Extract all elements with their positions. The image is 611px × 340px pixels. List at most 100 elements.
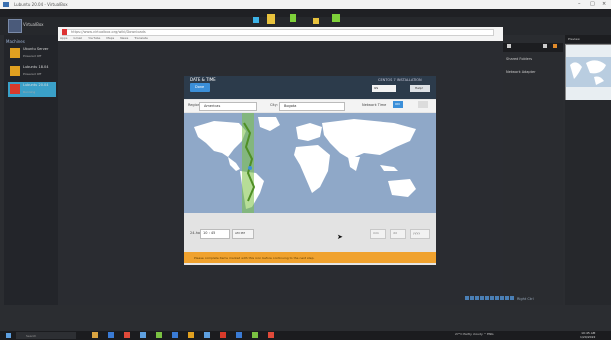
- keyboard-layout-indicator[interactable]: us: [372, 85, 396, 92]
- vm-status-icon[interactable]: [475, 296, 479, 300]
- bookmark-item[interactable]: Translate: [134, 36, 148, 40]
- taskbar-app-icon[interactable]: [140, 332, 146, 338]
- vm-os-icon: [10, 66, 20, 76]
- details-icon[interactable]: [507, 44, 511, 48]
- bookmark-item[interactable]: YouTube: [88, 36, 100, 40]
- done-label: Done: [195, 85, 205, 89]
- vm-status-icon[interactable]: [485, 296, 489, 300]
- vm-status-icon[interactable]: [505, 296, 509, 300]
- gear-icon[interactable]: [418, 101, 428, 108]
- close-button[interactable]: ×: [602, 1, 606, 7]
- city-label: City:: [270, 103, 278, 107]
- taskbar-app-icon[interactable]: [92, 332, 98, 338]
- vm-status-icon[interactable]: [480, 296, 484, 300]
- taskbar-app-icon[interactable]: [236, 332, 242, 338]
- date-day-field[interactable]: dd: [390, 229, 406, 239]
- window-title-bar: Lubuntu 20.04 - VirtualBox – □ ×: [0, 0, 611, 9]
- help-label: Help!: [415, 86, 424, 90]
- taskbar-clock[interactable]: 10:45 AM 1/20/2022: [580, 331, 595, 339]
- vm-item-ubuntu-server[interactable]: Ubuntu Server Powered Off: [8, 46, 56, 61]
- taskbar-app-icon[interactable]: [172, 332, 178, 338]
- bookmark-item[interactable]: Gmail: [73, 36, 82, 40]
- windows-start-icon[interactable]: [6, 333, 11, 338]
- virtualbox-icon: [3, 2, 9, 7]
- app-name: VirtualBox: [23, 22, 44, 27]
- vm-status-icon[interactable]: [495, 296, 499, 300]
- show-icon[interactable]: [313, 18, 319, 24]
- favicon-icon: [62, 29, 67, 35]
- date-year: yyyy: [413, 231, 421, 235]
- vm-list-header: Machines: [6, 39, 25, 44]
- ntp-label: Network Time: [362, 103, 387, 107]
- url-field[interactable]: https://www.virtualbox.org/wiki/Download…: [62, 29, 494, 36]
- date-day: dd: [393, 231, 397, 235]
- time-value: 10 : 45: [203, 231, 216, 235]
- installer-subtitle: CENTOS 7 INSTALLATION: [378, 78, 422, 82]
- taskbar-app-icon[interactable]: [124, 332, 130, 338]
- keyboard-label: us: [374, 86, 379, 90]
- taskbar-app-icon[interactable]: [220, 332, 226, 338]
- taskbar-app-icon[interactable]: [108, 332, 114, 338]
- vm-status-icon[interactable]: [470, 296, 474, 300]
- detail-shared-folders[interactable]: Shared Folders: [506, 57, 532, 61]
- host-menu-bar: File Machine Help: [0, 9, 611, 25]
- date-year-field[interactable]: yyyy: [410, 229, 430, 239]
- region-select[interactable]: Americas: [199, 102, 257, 111]
- preview-background: [565, 100, 611, 305]
- region-value: Americas: [204, 104, 221, 108]
- vm-status: Powered Off: [23, 72, 42, 76]
- vm-item-lubuntu-2004[interactable]: Lubuntu 20.04 Running: [8, 82, 56, 97]
- maximize-button[interactable]: □: [590, 1, 595, 7]
- logs-icon[interactable]: [553, 44, 557, 48]
- vm-status-bar: Right Ctrl: [465, 296, 534, 301]
- search-placeholder: Search: [26, 334, 37, 338]
- vm-status-icon[interactable]: [500, 296, 504, 300]
- network-time-toggle[interactable]: ON: [393, 101, 403, 108]
- date-month-field[interactable]: mm: [370, 229, 386, 239]
- mouse-cursor: ➤: [337, 233, 343, 241]
- ampm-value: AM PM: [235, 231, 245, 235]
- tools-icon[interactable]: [8, 19, 22, 33]
- done-button[interactable]: Done: [190, 83, 210, 92]
- timezone-map[interactable]: [184, 113, 436, 213]
- vm-status-icon[interactable]: [490, 296, 494, 300]
- vm-name: Ubuntu Server: [23, 47, 49, 51]
- bookmark-item[interactable]: Apps: [60, 36, 67, 40]
- taskbar-app-icon[interactable]: [156, 332, 162, 338]
- detail-network[interactable]: Network Adapter: [506, 70, 536, 74]
- taskbar-app-icon[interactable]: [204, 332, 210, 338]
- host-key-label: Right Ctrl: [517, 297, 534, 301]
- vm-name: Lubuntu 18.04: [23, 65, 49, 69]
- clock-date: 1/20/2022: [580, 335, 596, 339]
- vm-name: Lubuntu 20.04: [23, 83, 49, 87]
- details-panel: [503, 35, 563, 305]
- vm-status: Running: [23, 90, 36, 94]
- vm-os-icon: [10, 48, 20, 58]
- taskbar-search[interactable]: Search: [16, 332, 76, 339]
- vm-status-icon[interactable]: [510, 296, 514, 300]
- ampm-toggle[interactable]: AM PM: [232, 229, 254, 239]
- bookmark-item[interactable]: News: [120, 36, 128, 40]
- preview-header: Preview: [565, 35, 611, 43]
- start-icon[interactable]: [332, 14, 340, 22]
- warning-text: Please complete items marked with this i…: [194, 256, 315, 260]
- snapshot-icon[interactable]: [543, 44, 547, 48]
- warning-bar: Please complete items marked with this i…: [184, 252, 436, 263]
- help-button[interactable]: Help!: [410, 85, 430, 92]
- vm-status-icon[interactable]: [465, 296, 469, 300]
- ntp-value: ON: [395, 102, 400, 106]
- bookmark-item[interactable]: Maps: [106, 36, 114, 40]
- taskbar-app-icon[interactable]: [268, 332, 274, 338]
- url-text: https://www.virtualbox.org/wiki/Download…: [71, 30, 146, 34]
- system-tray[interactable]: 27°C Partly cloudy ^ ENG: [455, 332, 494, 336]
- taskbar-app-icon[interactable]: [188, 332, 194, 338]
- city-value: Bogota: [284, 104, 297, 108]
- vm-item-lubuntu-1804[interactable]: Lubuntu 18.04 Powered Off: [8, 64, 56, 79]
- minimize-button[interactable]: –: [578, 1, 581, 7]
- new-vm-icon[interactable]: [253, 17, 259, 23]
- time-input[interactable]: 10 : 45: [200, 229, 230, 239]
- city-select[interactable]: Bogota: [279, 102, 345, 111]
- settings-icon[interactable]: [267, 14, 275, 24]
- discard-icon[interactable]: [290, 14, 296, 22]
- taskbar-app-icon[interactable]: [252, 332, 258, 338]
